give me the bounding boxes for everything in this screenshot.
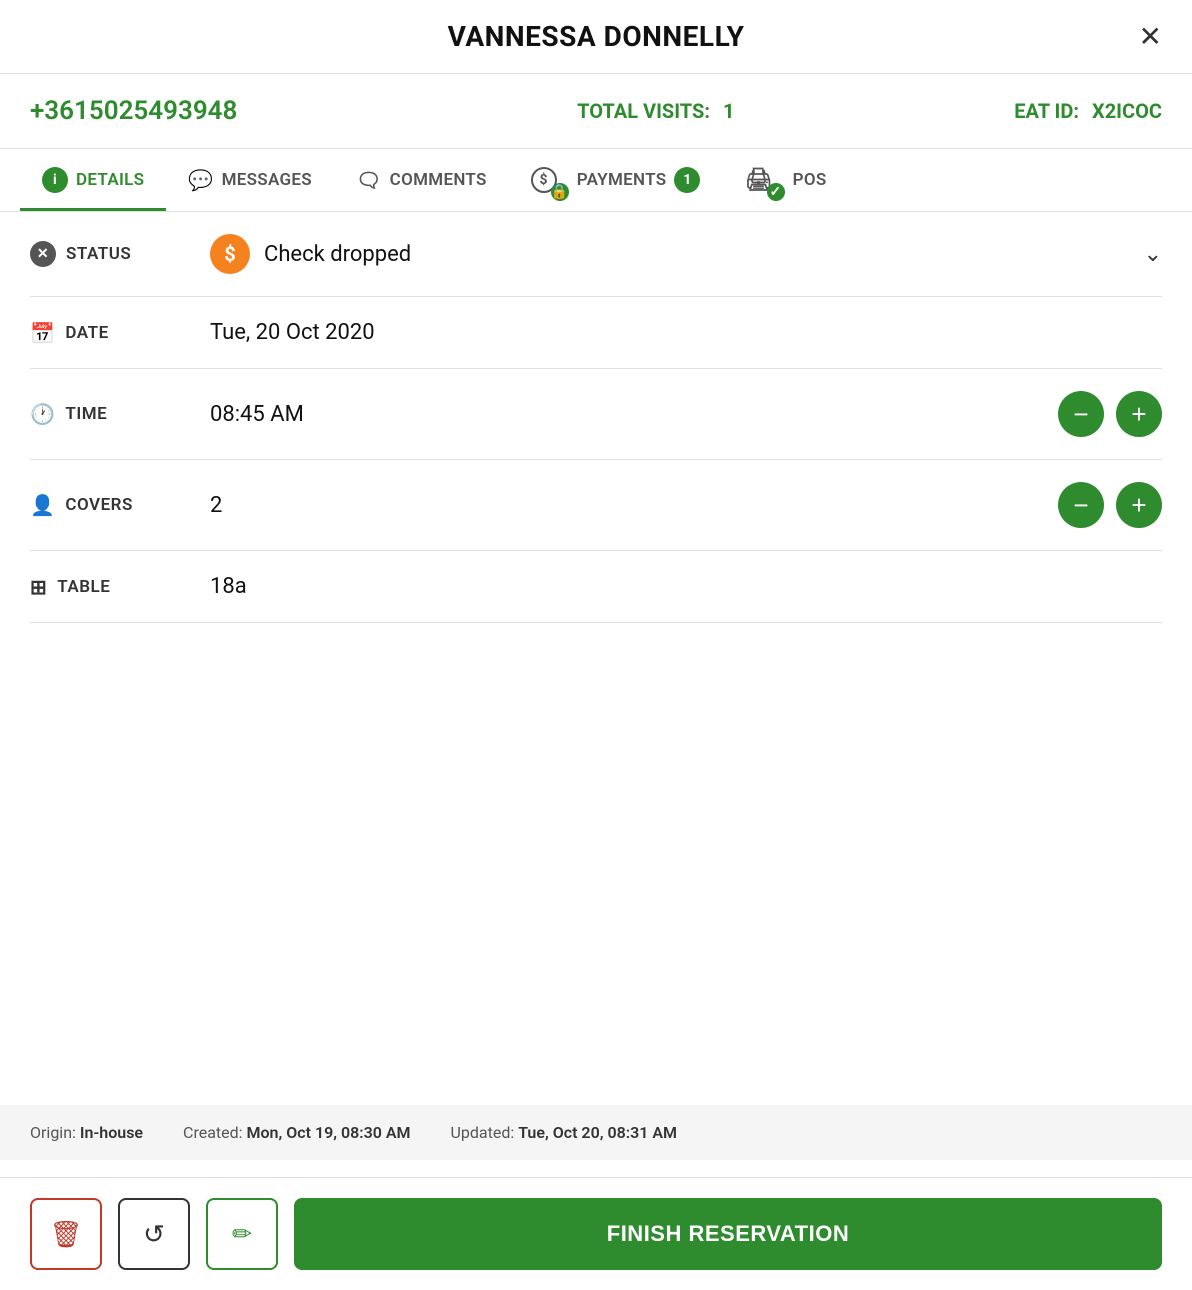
chevron-down-icon: ⌄ <box>1144 242 1162 267</box>
table-label: TABLE <box>57 577 110 597</box>
table-icon: ⊞ <box>30 575 47 599</box>
tab-bar: i DETAILS 💬 MESSAGES 🗨 COMMENTS $ 🔒 PAYM… <box>0 149 1192 212</box>
pos-icon-group: 🖨 ✓ <box>744 168 784 193</box>
payments-icon-group: $ 🔒 <box>531 167 569 193</box>
info-row: +3615025493948 TOTAL VISITS: 1 EAT ID: X… <box>0 74 1192 149</box>
created-value: Mon, Oct 19, 08:30 AM <box>247 1123 411 1142</box>
covers-actions: − + <box>1058 482 1162 528</box>
status-x-icon: ✕ <box>30 241 56 267</box>
time-increase-button[interactable]: + <box>1116 391 1162 437</box>
total-visits-value: 1 <box>723 99 734 123</box>
covers-row: 👤 COVERS 2 − + <box>30 460 1162 551</box>
time-actions: − + <box>1058 391 1162 437</box>
tab-details[interactable]: i DETAILS <box>20 149 166 211</box>
tab-details-label: DETAILS <box>76 170 144 190</box>
covers-label-group: 👤 COVERS <box>30 493 210 517</box>
updated-label: Updated: <box>451 1123 515 1142</box>
total-visits-label: TOTAL VISITS: <box>577 99 710 123</box>
edit-icon: ✏ <box>232 1220 252 1249</box>
eat-id-value: X2ICOC <box>1092 99 1162 123</box>
footer-actions: 🗑 ↺ ✏ FINISH RESERVATION <box>0 1177 1192 1290</box>
updated-group: Updated: Tue, Oct 20, 08:31 AM <box>451 1123 677 1142</box>
eat-id-label: EAT ID: <box>1014 99 1079 123</box>
table-row: ⊞ TABLE 18a <box>30 551 1162 623</box>
time-label: TIME <box>65 404 107 424</box>
eat-id: EAT ID: X2ICOC <box>1014 99 1162 123</box>
edit-button[interactable]: ✏ <box>206 1198 278 1270</box>
date-label-group: 📅 DATE <box>30 321 210 345</box>
tab-pos-label: POS <box>793 170 827 190</box>
person-icon: 👤 <box>30 493 55 517</box>
status-value-group[interactable]: $ Check dropped ⌄ <box>210 234 1162 274</box>
phone-number: +3615025493948 <box>30 96 237 126</box>
time-label-group: 🕐 TIME <box>30 402 210 426</box>
tab-messages-label: MESSAGES <box>222 170 312 190</box>
finish-reservation-button[interactable]: FINISH RESERVATION <box>294 1198 1162 1270</box>
origin-group: Origin: In-house <box>30 1123 143 1142</box>
origin-label: Origin: <box>30 1123 76 1142</box>
total-visits: TOTAL VISITS: 1 <box>297 99 1014 123</box>
details-icon: i <box>42 167 68 193</box>
origin-value: In-house <box>80 1123 143 1142</box>
close-button[interactable]: ✕ <box>1139 23 1162 51</box>
pos-check-icon: ✓ <box>767 183 785 201</box>
payments-badge: 1 <box>674 167 700 193</box>
time-decrease-button[interactable]: − <box>1058 391 1104 437</box>
lock-icon: 🔒 <box>551 183 569 201</box>
covers-value: 2 <box>210 493 1058 518</box>
clock-icon: 🕐 <box>30 402 55 426</box>
tab-comments-label: COMMENTS <box>390 170 487 190</box>
history-icon: ↺ <box>143 1219 165 1250</box>
messages-icon: 💬 <box>188 168 213 192</box>
comments-icon: 🗨 <box>356 168 382 192</box>
status-dollar-icon: $ <box>210 234 250 274</box>
status-label-group: ✕ STATUS <box>30 241 210 267</box>
tab-pos[interactable]: 🖨 ✓ POS <box>722 150 848 211</box>
time-value: 08:45 AM <box>210 402 1058 427</box>
trash-icon: 🗑 <box>49 1219 82 1250</box>
covers-label: COVERS <box>65 495 132 515</box>
tab-comments[interactable]: 🗨 COMMENTS <box>334 150 509 210</box>
status-label: STATUS <box>66 244 131 264</box>
date-row: 📅 DATE Tue, 20 Oct 2020 <box>30 297 1162 369</box>
details-section: ✕ STATUS $ Check dropped ⌄ 📅 DATE Tue, 2… <box>0 212 1192 623</box>
modal-header: VANNESSA DONNELLY ✕ <box>0 0 1192 74</box>
table-label-group: ⊞ TABLE <box>30 575 210 599</box>
modal-title: VANNESSA DONNELLY <box>448 20 745 53</box>
created-group: Created: Mon, Oct 19, 08:30 AM <box>183 1123 411 1142</box>
tab-messages[interactable]: 💬 MESSAGES <box>166 150 334 210</box>
tab-payments[interactable]: $ 🔒 PAYMENTS 1 <box>509 149 723 211</box>
covers-increase-button[interactable]: + <box>1116 482 1162 528</box>
status-text: Check dropped <box>264 242 411 267</box>
created-label: Created: <box>183 1123 243 1142</box>
table-value: 18a <box>210 574 1162 599</box>
covers-decrease-button[interactable]: − <box>1058 482 1104 528</box>
calendar-icon: 📅 <box>30 321 55 345</box>
delete-button[interactable]: 🗑 <box>30 1198 102 1270</box>
status-row: ✕ STATUS $ Check dropped ⌄ <box>30 212 1162 297</box>
updated-value: Tue, Oct 20, 08:31 AM <box>518 1123 677 1142</box>
time-row: 🕐 TIME 08:45 AM − + <box>30 369 1162 460</box>
footer-info: Origin: In-house Created: Mon, Oct 19, 0… <box>0 1105 1192 1160</box>
date-label: DATE <box>65 323 108 343</box>
tab-payments-label: PAYMENTS <box>577 170 667 190</box>
date-value: Tue, 20 Oct 2020 <box>210 320 1162 345</box>
history-button[interactable]: ↺ <box>118 1198 190 1270</box>
